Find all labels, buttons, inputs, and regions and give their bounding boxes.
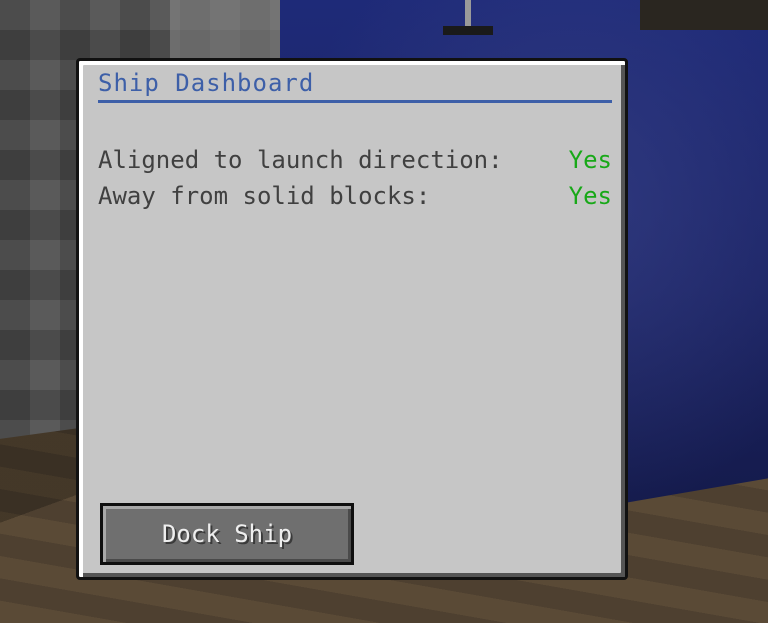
status-label: Aligned to launch direction:: [98, 146, 503, 174]
ship-dashboard-dialog: Ship Dashboard Aligned to launch directi…: [76, 58, 628, 580]
distant-boat: [443, 26, 493, 35]
title-underline: [98, 100, 612, 103]
status-list: Aligned to launch direction: Yes Away fr…: [98, 143, 612, 215]
status-value: Yes: [568, 182, 612, 210]
status-row-clearance: Away from solid blocks: Yes: [98, 179, 612, 215]
distant-mast: [465, 0, 471, 26]
dialog-title: Ship Dashboard: [98, 69, 315, 97]
dock-ship-button[interactable]: Dock Ship: [100, 503, 354, 565]
status-value: Yes: [568, 146, 612, 174]
status-row-aligned: Aligned to launch direction: Yes: [98, 143, 612, 179]
status-label: Away from solid blocks:: [98, 182, 431, 210]
distant-land: [640, 0, 768, 30]
